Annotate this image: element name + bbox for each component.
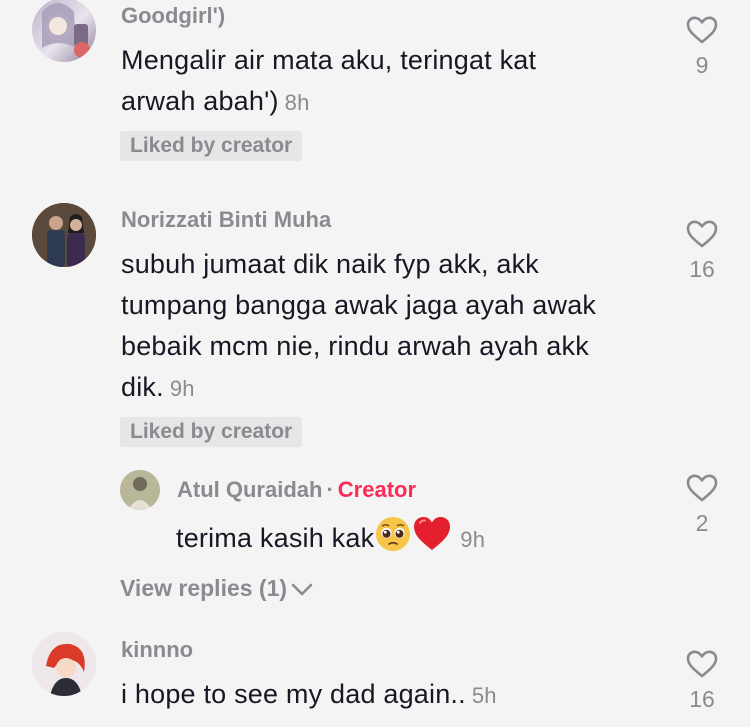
avatar[interactable] xyxy=(32,203,96,267)
comment-username[interactable]: Norizzati Binti Muha xyxy=(121,207,331,233)
heart-outline-icon xyxy=(686,220,718,248)
chevron-down-icon xyxy=(292,583,313,596)
avatar[interactable] xyxy=(32,632,96,696)
comment-username[interactable]: Goodgirl') xyxy=(121,3,225,29)
reply-username[interactable]: Atul Quraidah xyxy=(177,477,322,502)
like-button[interactable]: 9 xyxy=(677,16,727,79)
creator-tag: Creator xyxy=(337,477,417,502)
heart-outline-icon xyxy=(686,650,718,678)
reply-body: terima kasih kak xyxy=(176,523,375,554)
view-replies-button[interactable]: View replies (1) xyxy=(120,575,313,602)
like-button[interactable]: 16 xyxy=(677,650,727,713)
comment-text: subuh jumaat dik naik fyp akk, akk tumpa… xyxy=(121,244,646,409)
like-count: 9 xyxy=(695,52,709,78)
comment-time: 9h xyxy=(169,376,195,401)
comment-time: 8h xyxy=(284,90,310,115)
separator-dot: · xyxy=(326,477,334,502)
comment-text: Mengalir air mata aku, teringat kat arwa… xyxy=(121,40,601,123)
comment-username[interactable]: kinnno xyxy=(121,637,193,663)
avatar[interactable] xyxy=(120,470,160,510)
reply-header: Atul Quraidah · Creator xyxy=(177,477,416,503)
comment-time: 5h xyxy=(471,683,497,708)
liked-by-creator-badge: Liked by creator xyxy=(120,131,303,161)
avatar[interactable] xyxy=(32,0,96,62)
red-heart-emoji xyxy=(412,515,452,565)
heart-outline-icon xyxy=(686,16,718,44)
like-button[interactable]: 16 xyxy=(677,220,727,283)
like-button[interactable]: 2 xyxy=(677,474,727,537)
pleading-face-emoji xyxy=(374,515,412,565)
reply-text: terima kasih kak 9h xyxy=(176,515,596,565)
comment-body: i hope to see my dad again.. xyxy=(121,679,466,709)
reply-time: 9h xyxy=(460,527,486,553)
liked-by-creator-badge: Liked by creator xyxy=(120,417,303,447)
like-count: 16 xyxy=(689,686,715,712)
like-count: 2 xyxy=(695,510,709,536)
comment-text: i hope to see my dad again.. 5h xyxy=(121,674,641,716)
view-replies-label: View replies (1) xyxy=(120,575,288,601)
comment-body: Mengalir air mata aku, teringat kat arwa… xyxy=(121,45,537,116)
like-count: 16 xyxy=(689,256,715,282)
heart-outline-icon xyxy=(686,474,718,502)
